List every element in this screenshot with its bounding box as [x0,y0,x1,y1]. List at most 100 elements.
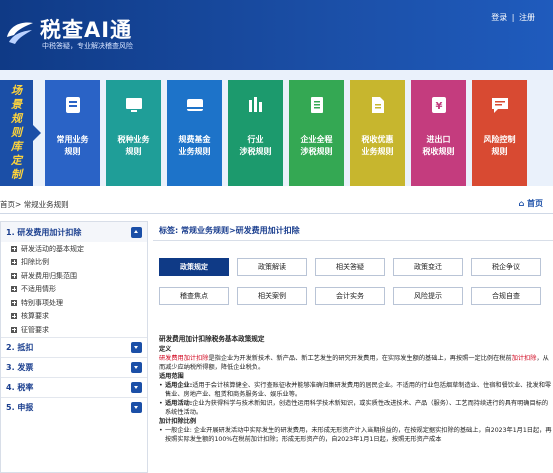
vertical-title-char: 景 [11,98,22,111]
category-label: 规则 [125,147,142,156]
app-header: 税查AI通 中税答疑，专业解决稽查风险 登录 | 注册 [0,0,553,70]
doc-bullet-text: 适用于会计核算健全、实行查账征收并能够准确归集研发费用的居民企业。不适用的行业包… [165,382,552,398]
category-label: 规则 [491,147,508,156]
sidebar-section-tax-rate[interactable]: 4. 税率 [1,376,147,397]
doc-bullet-text: 企业为获得科学与技术新知识，创造性运用科学技术新知识，或实质性改进技术、产品（服… [165,400,549,416]
breadcrumb-home[interactable]: 首页 [0,200,15,209]
monitor-icon [125,98,142,112]
expand-icon [11,286,17,293]
doc-definition-term: 加计扣除 [511,355,537,362]
category-label: 业务规则 [178,147,211,156]
divider [0,213,553,214]
category-tax-type[interactable]: 税种业务 规则 [106,80,161,186]
sidebar-section-rd-deduction[interactable]: 1. 研发费用加计扣除 [1,222,147,242]
category-label: 规费基金 [178,135,211,144]
vertical-title-char: 场 [11,84,22,97]
doc-bullet-label: 适用活动: [165,400,193,407]
expand-icon [11,245,17,252]
doc-bullet-text: 一般企业: 企业开展研发活动中实际发生的研发费用，未形成无形资产计入当期损益的，… [165,427,552,443]
doc-bullet: 适用活动:企业为获得科学与技术新知识，创造性运用科学技术新知识，或实质性改进技术… [159,399,553,417]
logo-icon [7,22,33,44]
sidebar-item[interactable]: 核算要求 [1,310,147,324]
category-label: 行业 [247,135,264,144]
category-label: 业务规则 [361,147,394,156]
category-banner: 场 景 规 则 库 定 制 常用业务 规则 税种业务 规则 规费基金 业务规则 行业涉… [0,70,553,186]
category-label: 税收优惠 [361,135,394,144]
home-icon: ⌂ [518,199,525,208]
vertical-title-char: 则 [11,126,22,139]
card-icon [186,99,203,111]
tab-qa[interactable]: 相关答疑 [315,258,385,276]
home-link-label: 首页 [527,199,543,208]
collapse-icon[interactable] [131,226,142,238]
sidebar-item-label: 核算要求 [21,312,49,321]
tab-policy-changes[interactable]: 政策变迁 [393,258,463,276]
category-label: 涉税规则 [239,147,272,156]
book-icon [65,97,80,113]
category-industry[interactable]: 行业 涉税规则 [228,80,283,186]
content-tag-label: 标签: 常规业务规则>研发费用加计扣除 [153,221,553,241]
tab-policy[interactable]: 政策规定 [159,258,229,276]
tab-cases[interactable]: 相关案例 [237,287,307,305]
auth-separator: | [511,13,515,22]
home-link[interactable]: ⌂ 首页 [518,198,543,209]
vertical-title-char: 定 [11,154,22,167]
doc-definition-text: 是指企业为开发新技术、新产品、新工艺发生的研究开发费用，在实际发生额的基础上，再… [208,355,512,362]
doc-definition: 研发费用加计扣除是指企业为开发新技术、新产品、新工艺发生的研究开发费用，在实际发… [159,354,553,372]
breadcrumb-current: 常规业务规则 [23,200,69,209]
chat-icon [491,98,508,113]
sidebar-item-label: 征管要求 [21,325,49,334]
vertical-title-char: 制 [11,168,22,181]
breadcrumb-separator: > [15,200,22,209]
category-import-export[interactable]: ¥ 进出口 税收规则 [411,80,466,186]
tab-risk-warnings[interactable]: 风险提示 [393,287,463,305]
sidebar-item[interactable]: 研发活动的基本规定 [1,242,147,256]
tab-compliance-check[interactable]: 合规自查 [471,287,541,305]
tab-interpretation[interactable]: 政策解读 [237,258,307,276]
expand-icon [11,313,17,320]
expand-toggle-icon[interactable] [131,401,142,413]
login-link[interactable]: 登录 [491,13,507,22]
expand-icon [11,299,17,306]
sidebar-item[interactable]: 征管要求 [1,323,147,337]
category-tax-preference[interactable]: 税收优惠 业务规则 [350,80,405,186]
register-link[interactable]: 注册 [519,13,535,22]
main-content: 标签: 常规业务规则>研发费用加计扣除 政策规定 政策解读 相关答疑 政策变迁 … [153,221,553,473]
svg-text:¥: ¥ [435,101,442,112]
sidebar-item-label: 扣除比例 [21,258,49,267]
category-label: 进出口 [426,135,451,144]
category-common-business[interactable]: 常用业务 规则 [45,80,100,186]
category-risk-control[interactable]: 风险控制 规则 [472,80,527,186]
category-label: 规则 [64,147,81,156]
sidebar-section-invoice[interactable]: 3. 发票 [1,356,147,377]
doc-definition-term: 研发费用加计扣除 [159,355,209,362]
doc-heading-scope: 适用范围 [159,373,184,380]
tab-disputes[interactable]: 税企争议 [471,258,541,276]
yen-icon: ¥ [431,97,446,113]
sidebar-item[interactable]: 扣除比例 [1,256,147,270]
file-icon [371,97,384,113]
expand-toggle-icon[interactable] [131,381,142,393]
category-enterprise-lifecycle[interactable]: 企业全程 涉税规则 [289,80,344,186]
expand-toggle-icon[interactable] [131,361,142,373]
tab-audit-focus[interactable]: 稽查焦点 [159,287,229,305]
category-fees-funds[interactable]: 规费基金 业务规则 [167,80,222,186]
sidebar-section-label: 4. 税率 [6,382,34,392]
sidebar-item-label: 不适用情形 [21,285,56,294]
document-icon [310,97,323,113]
category-label: 风险控制 [483,135,516,144]
policy-document: 研发费用加计扣除税务基本政策规定 定义 研发费用加计扣除是指企业为开发新技术、新… [159,335,553,444]
category-label: 企业全程 [300,135,333,144]
sidebar-item[interactable]: 特别事项处理 [1,296,147,310]
tab-accounting[interactable]: 会计实务 [315,287,385,305]
doc-bullet: 一般企业: 企业开展研发活动中实际发生的研发费用，未形成无形资产计入当期损益的，… [159,426,553,444]
expand-toggle-icon[interactable] [131,341,142,353]
category-label: 税种业务 [117,135,150,144]
sidebar-item[interactable]: 研发费用归集范围 [1,269,147,283]
sidebar-item-label: 特别事项处理 [21,298,63,307]
sidebar-section-deduction[interactable]: 2. 抵扣 [1,336,147,357]
vertical-title-char: 库 [11,140,22,153]
sidebar-item[interactable]: 不适用情形 [1,283,147,297]
sidebar-section-filing[interactable]: 5. 申报 [1,396,147,417]
sidebar-section-label: 5. 申报 [6,402,34,412]
